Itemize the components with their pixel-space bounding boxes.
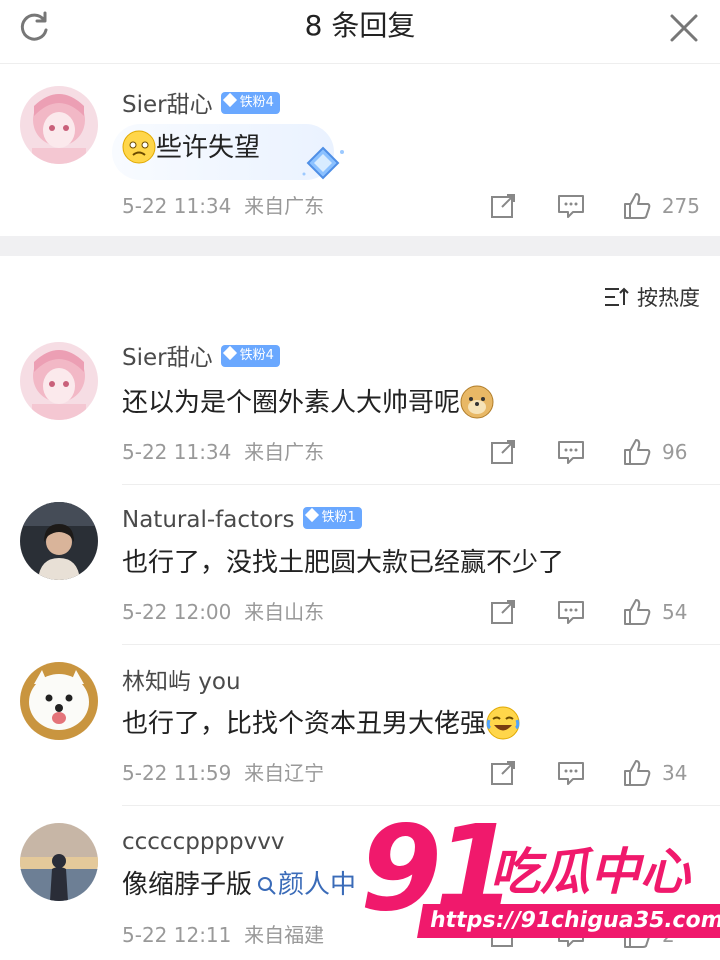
comment-text: 像缩脖子版 颜人中 [122,870,357,900]
comment-icon[interactable] [556,758,586,788]
watermark-brand: 吃瓜中心 [490,843,690,901]
comment-text: 也行了，没找土肥圆大款已经赢不少了 [122,548,565,578]
sort-icon [605,287,629,306]
like-icon[interactable] [622,437,652,467]
avatar[interactable] [20,342,98,420]
header: 8 条回复 [0,0,720,64]
comment-icon[interactable] [556,597,586,627]
avatar[interactable] [20,662,98,740]
share-icon[interactable] [488,758,518,788]
comment-text: 还以为是个圈外素人大帅哥呢 [122,385,494,421]
like-count: 34 [662,761,688,785]
share-icon[interactable] [488,437,518,467]
watermark: 91 吃瓜中心 https://91chigua35.com [360,808,720,958]
section-divider [0,236,720,256]
search-icon [258,876,276,895]
username[interactable]: Sier甜心 铁粉4 [122,90,280,120]
fan-badge: 铁粉1 [302,506,362,529]
sort-label: 按热度 [637,286,700,310]
fan-badge: 铁粉4 [220,91,280,114]
diamond-sticker-icon [302,146,344,180]
laughing-emoji-icon [486,706,520,739]
like-icon[interactable] [622,758,652,788]
like-icon[interactable] [622,597,652,627]
root-comment: Sier甜心 铁粉4 些许失望 5-22 11:34 来自广东 275 [0,64,720,236]
comment-meta: 5-22 11:34 来自广东 [122,440,325,464]
diamond-icon [304,507,319,522]
watermark-url: https://91chigua35.com [417,904,720,938]
like-count: 275 [661,194,700,218]
page-title: 8 条回复 [304,9,416,42]
username[interactable]: 林知屿 you [122,667,241,697]
comment-meta: 5-22 11:34 来自广东 [122,194,325,218]
share-icon[interactable] [488,597,518,627]
avatar[interactable] [20,502,98,580]
avatar[interactable] [20,86,98,164]
share-icon[interactable] [488,191,518,221]
comment-meta: 5-22 12:11 来自福建 [122,923,325,947]
comment-meta: 5-22 11:59 来自辽宁 [122,761,325,785]
comment-meta: 5-22 12:00 来自山东 [122,600,325,624]
comment-text: 些许失望 [122,130,260,166]
doge-emoji-icon [460,385,494,418]
close-icon[interactable] [664,8,704,48]
comment-icon[interactable] [556,437,586,467]
comment-actions: 275 [488,188,700,224]
comment-actions: 54 [488,594,700,630]
username[interactable]: cccccppppvvv [122,827,284,857]
sort-by-hot-button[interactable]: 按热度 [603,282,700,312]
username[interactable]: Natural-factors 铁粉1 [122,505,362,535]
comment-actions: 96 [488,434,700,470]
like-count: 54 [662,600,688,624]
like-icon[interactable] [622,191,652,221]
sad-emoji-icon [122,130,156,163]
diamond-icon [222,345,237,360]
search-link[interactable]: 颜人中 [252,870,356,900]
fan-badge: 铁粉4 [220,344,280,367]
diamond-icon [222,92,237,107]
divider [122,484,720,485]
divider [122,644,720,645]
comment-icon[interactable] [556,191,586,221]
comment-actions: 34 [488,755,700,791]
avatar[interactable] [20,823,98,901]
username[interactable]: Sier甜心 铁粉4 [122,343,280,373]
like-count: 96 [662,440,688,464]
comment-text: 也行了，比找个资本丑男大佬强 [122,706,520,742]
